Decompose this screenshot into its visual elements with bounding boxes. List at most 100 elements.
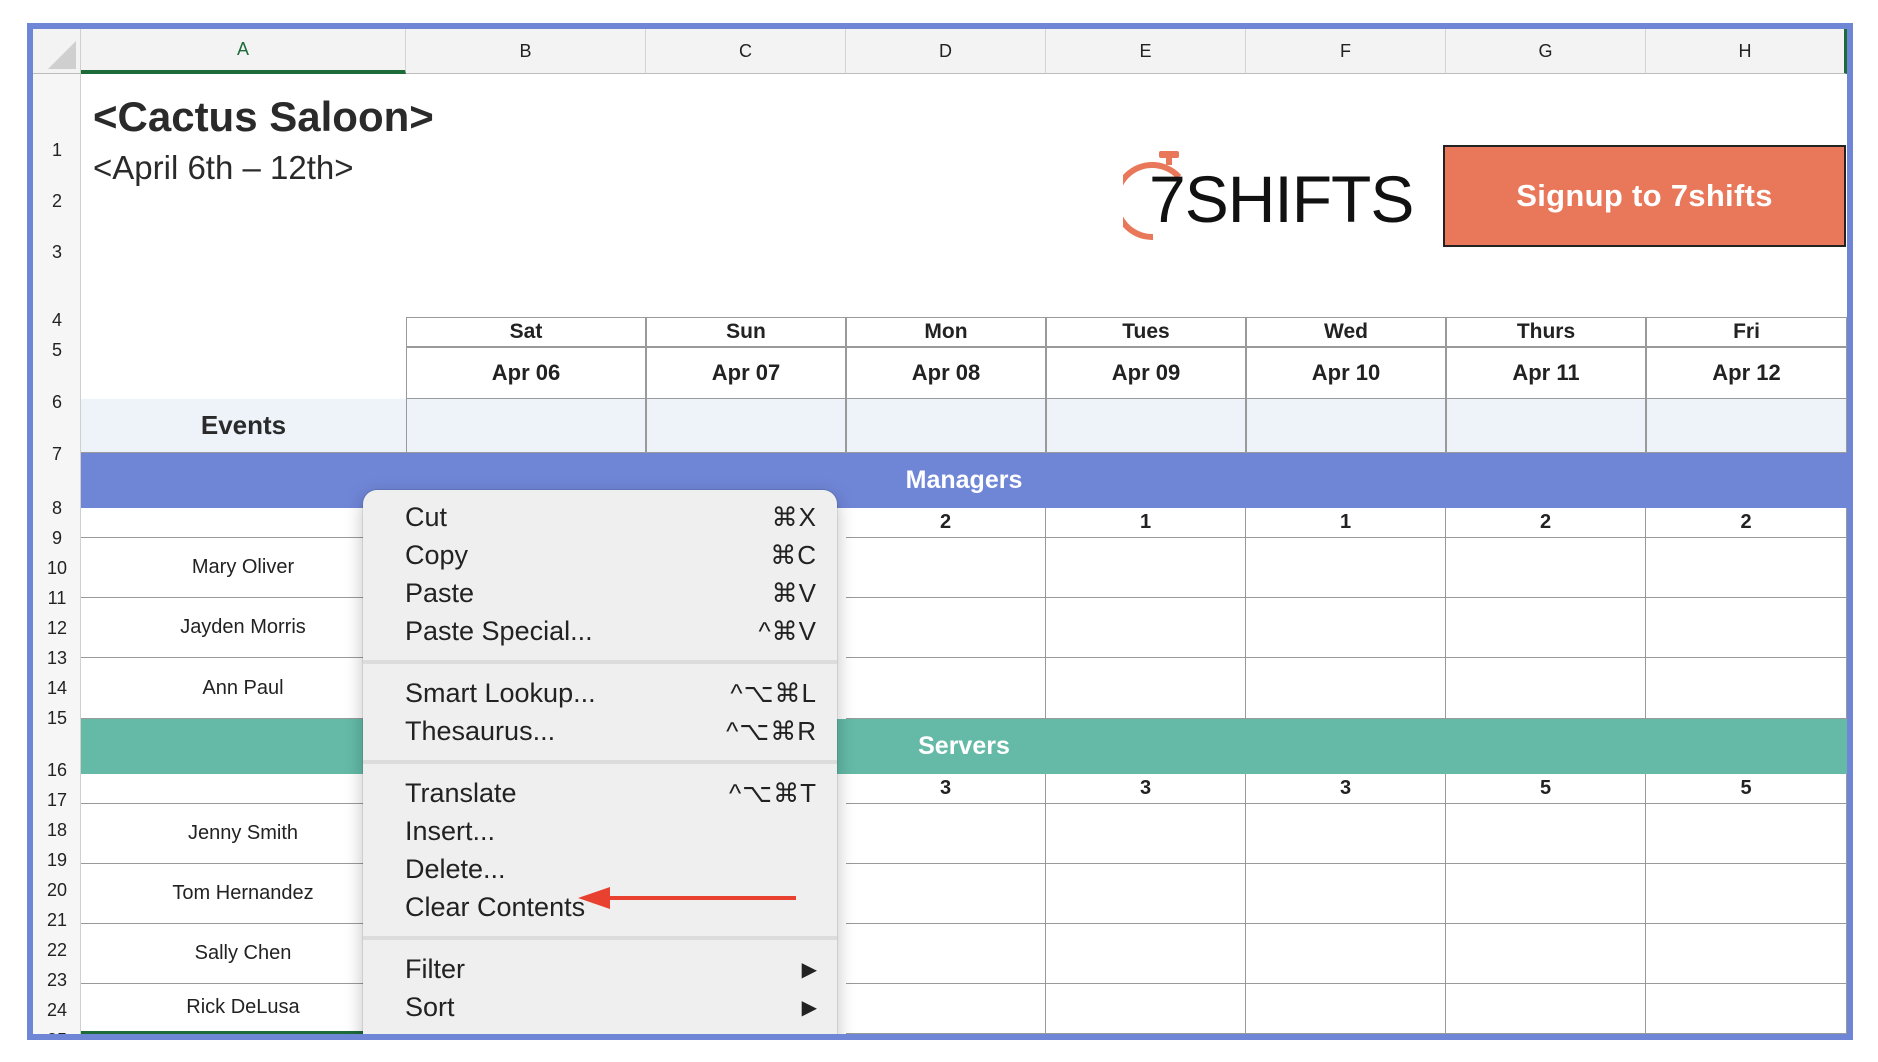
staff-name-cell[interactable]: Tom Hernandez xyxy=(81,864,406,924)
events-cell[interactable] xyxy=(846,399,1046,453)
row-header-11[interactable]: 11 xyxy=(33,588,81,609)
row-header-22[interactable]: 22 xyxy=(33,940,81,961)
row-header-21[interactable]: 21 xyxy=(33,910,81,931)
shift-cell[interactable] xyxy=(1246,924,1446,984)
shift-cell[interactable] xyxy=(1646,658,1847,719)
day-date-header[interactable]: Apr 09 xyxy=(1046,347,1246,399)
shift-cell[interactable] xyxy=(1646,924,1847,984)
shift-cell[interactable] xyxy=(846,864,1046,924)
shift-cell[interactable] xyxy=(1446,984,1646,1034)
shift-cell[interactable] xyxy=(1046,924,1246,984)
shift-cell[interactable] xyxy=(1646,598,1847,658)
shift-cell[interactable] xyxy=(1646,804,1847,864)
shift-cell[interactable] xyxy=(1246,658,1446,719)
shift-cell[interactable] xyxy=(1046,804,1246,864)
server-count-cell[interactable]: 5 xyxy=(1446,774,1646,804)
row-header-2[interactable]: 2 xyxy=(33,191,81,212)
manager-count-cell[interactable]: 2 xyxy=(1646,508,1847,538)
day-date-header[interactable]: Apr 10 xyxy=(1246,347,1446,399)
shift-cell[interactable] xyxy=(1046,598,1246,658)
shift-cell[interactable] xyxy=(1046,864,1246,924)
day-name-header[interactable]: Fri xyxy=(1646,317,1847,347)
events-cell[interactable] xyxy=(1246,399,1446,453)
day-date-header[interactable]: Apr 08 xyxy=(846,347,1046,399)
server-count-cell[interactable]: 3 xyxy=(1046,774,1246,804)
row-header-17[interactable]: 17 xyxy=(33,790,81,811)
schedule-date-range[interactable]: <April 6th – 12th> xyxy=(93,149,354,187)
staff-name-cell[interactable]: Jayden Morris xyxy=(81,598,406,658)
column-header-a[interactable]: A xyxy=(81,29,406,74)
server-count-cell[interactable]: 3 xyxy=(1246,774,1446,804)
row-header-12[interactable]: 12 xyxy=(33,618,81,639)
manager-count-cell[interactable]: 2 xyxy=(846,508,1046,538)
events-cell[interactable] xyxy=(406,399,646,453)
day-name-header[interactable]: Sun xyxy=(646,317,846,347)
row-header-10[interactable]: 10 xyxy=(33,558,81,579)
shift-cell[interactable] xyxy=(1246,598,1446,658)
manager-count-cell[interactable]: 1 xyxy=(1246,508,1446,538)
select-all-corner[interactable] xyxy=(33,29,81,74)
column-header-e[interactable]: E xyxy=(1046,29,1246,74)
menu-item-sort[interactable]: Sort ▶ xyxy=(405,988,817,1026)
events-cell[interactable] xyxy=(646,399,846,453)
count-row-label-cell[interactable] xyxy=(81,774,406,804)
shift-cell[interactable] xyxy=(1046,538,1246,598)
row-header-13[interactable]: 13 xyxy=(33,648,81,669)
menu-item-insert[interactable]: Insert... xyxy=(405,812,817,850)
shift-cell[interactable] xyxy=(846,984,1046,1034)
staff-name-cell[interactable]: Mary Oliver xyxy=(81,538,406,598)
shift-cell[interactable] xyxy=(846,598,1046,658)
servers-section-header[interactable]: Servers xyxy=(81,719,1847,774)
column-header-g[interactable]: G xyxy=(1446,29,1646,74)
shift-cell[interactable] xyxy=(846,538,1046,598)
row-header-23[interactable]: 23 xyxy=(33,970,81,991)
menu-item-paste[interactable]: Paste ⌘V xyxy=(405,574,817,612)
row-header-6[interactable]: 6 xyxy=(33,392,81,413)
staff-name-cell[interactable]: Jenny Smith xyxy=(81,804,406,864)
row-header-8[interactable]: 8 xyxy=(33,498,81,519)
day-date-header[interactable]: Apr 06 xyxy=(406,347,646,399)
row-header-14[interactable]: 14 xyxy=(33,678,81,699)
day-date-header[interactable]: Apr 11 xyxy=(1446,347,1646,399)
menu-item-translate[interactable]: Translate ^⌥⌘T xyxy=(405,774,817,812)
menu-item-delete[interactable]: Delete... xyxy=(405,850,817,888)
shift-cell[interactable] xyxy=(1046,984,1246,1034)
shift-cell[interactable] xyxy=(1446,864,1646,924)
row-header-1[interactable]: 1 xyxy=(33,140,81,161)
column-header-d[interactable]: D xyxy=(846,29,1046,74)
shift-cell[interactable] xyxy=(1446,598,1646,658)
managers-section-header[interactable]: Managers xyxy=(81,453,1847,508)
row-header-3[interactable]: 3 xyxy=(33,242,81,263)
day-name-header[interactable]: Sat xyxy=(406,317,646,347)
day-name-header[interactable]: Mon xyxy=(846,317,1046,347)
row-header-25[interactable]: 25 xyxy=(33,1030,81,1034)
row-header-4[interactable]: 4 xyxy=(33,310,81,331)
server-count-cell[interactable]: 3 xyxy=(846,774,1046,804)
row-header-9[interactable]: 9 xyxy=(33,528,81,549)
row-header-19[interactable]: 19 xyxy=(33,850,81,871)
day-name-header[interactable]: Tues xyxy=(1046,317,1246,347)
manager-count-cell[interactable]: 1 xyxy=(1046,508,1246,538)
row-header-18[interactable]: 18 xyxy=(33,820,81,841)
row-header-5[interactable]: 5 xyxy=(33,340,81,361)
menu-item-smart-lookup[interactable]: Smart Lookup... ^⌥⌘L xyxy=(405,674,817,712)
day-date-header[interactable]: Apr 12 xyxy=(1646,347,1847,399)
events-cell[interactable] xyxy=(1646,399,1847,453)
staff-name-cell[interactable]: Rick DeLusa xyxy=(81,984,406,1034)
menu-item-cut[interactable]: Cut ⌘X xyxy=(405,498,817,536)
events-cell[interactable] xyxy=(1046,399,1246,453)
count-row-label-cell[interactable] xyxy=(81,508,406,538)
day-name-header[interactable]: Thurs xyxy=(1446,317,1646,347)
menu-item-filter[interactable]: Filter ▶ xyxy=(405,950,817,988)
shift-cell[interactable] xyxy=(1046,658,1246,719)
shift-cell[interactable] xyxy=(1446,538,1646,598)
schedule-title[interactable]: <Cactus Saloon> xyxy=(93,93,434,141)
shift-cell[interactable] xyxy=(846,658,1046,719)
row-header-24[interactable]: 24 xyxy=(33,1000,81,1021)
staff-name-cell[interactable]: Ann Paul xyxy=(81,658,406,719)
row-header-7[interactable]: 7 xyxy=(33,444,81,465)
shift-cell[interactable] xyxy=(1246,984,1446,1034)
server-count-cell[interactable]: 5 xyxy=(1646,774,1847,804)
signup-button[interactable]: Signup to 7shifts xyxy=(1443,145,1846,247)
menu-item-copy[interactable]: Copy ⌘C xyxy=(405,536,817,574)
